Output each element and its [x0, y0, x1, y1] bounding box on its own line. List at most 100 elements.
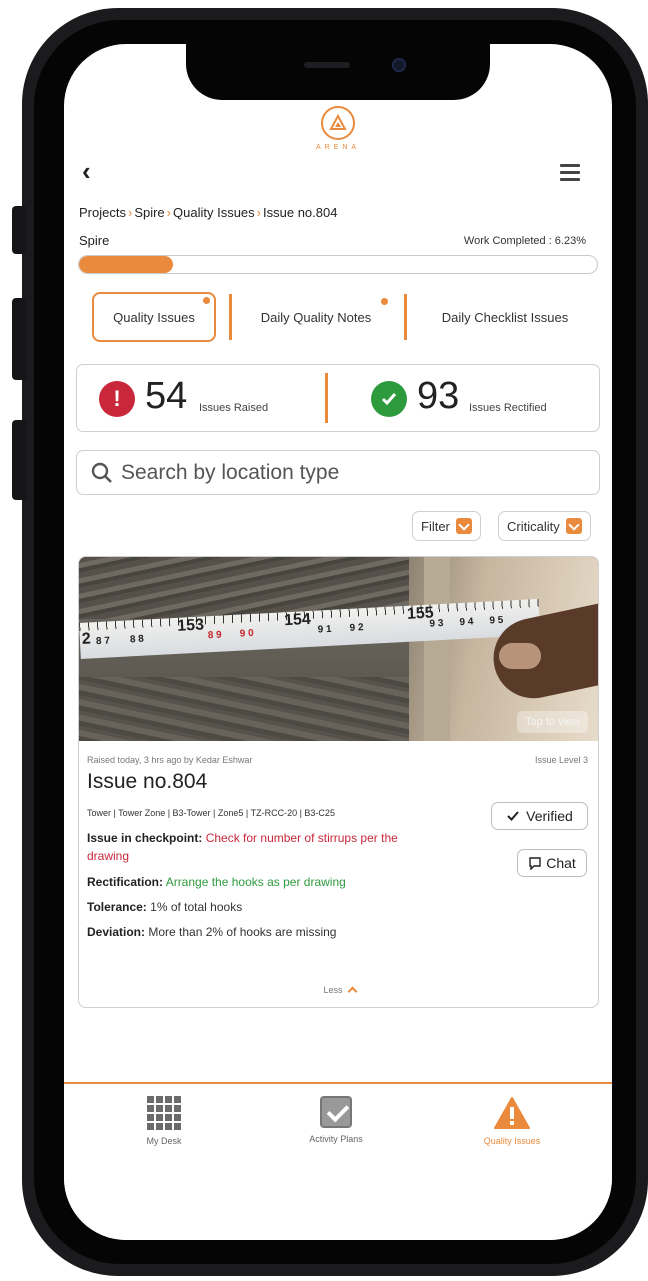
checkbox-icon [320, 1096, 352, 1128]
deviation-label: Deviation: [87, 925, 146, 939]
breadcrumb-separator-icon: › [256, 205, 262, 220]
checkpoint-line: Issue in checkpoint: Check for number of… [87, 831, 487, 845]
rectification-line: Rectification: Arrange the hooks as per … [87, 875, 346, 889]
checkpoint-value: Check for number of stirrups per the [205, 831, 398, 845]
notification-dot-icon [381, 298, 388, 305]
issue-title: Issue no.804 [87, 770, 208, 793]
app-logo: ARENA [308, 106, 368, 151]
breadcrumb-separator-icon: › [127, 205, 133, 220]
tape-number: 8 8 [129, 633, 145, 646]
chevron-down-icon [455, 518, 472, 534]
less-label: Less [323, 985, 343, 995]
criticality-label: Criticality [507, 518, 560, 534]
tape-number: 9 0 [239, 627, 254, 640]
chevron-up-icon [347, 986, 357, 997]
issues-raised-label: Issues Raised [199, 402, 269, 414]
nav-my-desk[interactable]: My Desk [104, 1096, 224, 1146]
checkpoint-value-cont: drawing [87, 849, 130, 863]
photo-wall-bottom [79, 677, 419, 741]
tab-quality-issues-label: Quality Issues [113, 309, 195, 325]
work-progress-fill [79, 256, 173, 273]
checkmark-icon [507, 811, 519, 821]
criticality-dropdown[interactable]: Criticality [498, 511, 591, 541]
speaker-grille [304, 62, 350, 68]
tolerance-label: Tolerance: [87, 900, 147, 914]
side-button-mute [12, 206, 26, 254]
breadcrumb-projects[interactable]: Projects [79, 205, 126, 220]
issue-location: Tower | Tower Zone | B3-Tower | Zone5 | … [87, 808, 335, 818]
chevron-down-icon [565, 518, 582, 534]
checkpoint-label: Issue in checkpoint: [87, 831, 203, 845]
issue-stats-panel: ! 54 Issues Raised 93 Issues Rectified [76, 364, 600, 432]
issue-level-text: Issue Level 3 [534, 755, 588, 765]
tab-daily-quality-notes[interactable]: Daily Quality Notes [234, 292, 398, 342]
breadcrumb-separator-icon: › [166, 205, 172, 220]
tap-to-view-hint[interactable]: Tap to view [516, 711, 588, 733]
stats-divider [325, 373, 328, 423]
notification-dot-icon [203, 297, 210, 304]
tolerance-line: Tolerance: 1% of total hooks [87, 900, 242, 914]
issue-photo[interactable]: 2 8 7 8 8 153 8 9 9 0 154 9 1 9 2 155 9 … [79, 557, 598, 741]
rectification-value: Arrange the hooks as per drawing [165, 875, 346, 889]
tab-daily-quality-notes-label: Daily Quality Notes [260, 309, 372, 325]
tolerance-value: 1% of total hooks [150, 900, 243, 914]
logo-mark-icon [321, 106, 355, 140]
chat-bubble-icon [529, 856, 541, 870]
tape-number: 153 [176, 616, 205, 635]
logo-wordmark: ARENA [315, 144, 361, 151]
search-input[interactable]: Search by location type [76, 450, 600, 495]
tape-number: 154 [283, 610, 312, 630]
nav-activity-plans[interactable]: Activity Plans [276, 1096, 396, 1144]
photo-fingernail [499, 643, 541, 669]
breadcrumb-section[interactable]: Quality Issues [173, 205, 255, 220]
chat-button[interactable]: Chat [517, 849, 587, 877]
bottom-navigation: My Desk Activity Plans Quality Issues [64, 1082, 612, 1240]
side-button-volume-up [12, 298, 26, 380]
tab-daily-checklist-issues[interactable]: Daily Checklist Issues [410, 292, 600, 342]
exclamation-alert-icon: ! [99, 381, 135, 417]
back-chevron-icon[interactable]: ‹ [82, 156, 91, 187]
notch [186, 44, 490, 100]
tape-number: 2 [81, 630, 92, 648]
front-camera [392, 58, 406, 72]
tab-divider [404, 294, 407, 340]
deviation-line: Deviation: More than 2% of hooks are mis… [87, 925, 336, 939]
issues-rectified-label: Issues Rectified [469, 402, 547, 414]
verified-label: Verified [526, 808, 573, 824]
side-button-volume-down [12, 420, 26, 500]
verified-button[interactable]: Verified [491, 802, 588, 830]
tape-number: 8 7 [95, 635, 111, 648]
deviation-value: More than 2% of hooks are missing [148, 925, 337, 939]
rectification-label: Rectification: [87, 875, 164, 889]
issue-tabs: Quality Issues Daily Quality Notes Daily… [78, 292, 598, 344]
warning-icon [494, 1097, 530, 1129]
issues-raised-count: 54 [145, 375, 188, 417]
breadcrumb-current: Issue no.804 [263, 205, 338, 220]
nav-quality-issues[interactable]: Quality Issues [452, 1096, 572, 1146]
tab-daily-checklist-issues-label: Daily Checklist Issues [441, 309, 569, 325]
app-screen: ARENA ‹ Projects › Spire › Quality Issues › Is… [64, 44, 612, 1240]
search-icon [91, 462, 112, 483]
check-circle-icon [371, 381, 407, 417]
nav-activity-plans-label: Activity Plans [309, 1134, 363, 1144]
work-completed-label: Work Completed : 6.23% [463, 235, 586, 247]
filter-dropdown[interactable]: Filter [412, 511, 481, 541]
tape-number: 9 1 [317, 623, 332, 636]
tab-quality-issues[interactable]: Quality Issues [92, 292, 216, 342]
nav-my-desk-label: My Desk [146, 1136, 182, 1146]
tape-number: 9 5 [489, 614, 504, 627]
grid-icon [147, 1096, 181, 1130]
breadcrumb-project[interactable]: Spire [134, 205, 164, 220]
less-toggle[interactable]: Less [79, 985, 598, 997]
tape-number: 9 3 [429, 617, 444, 630]
search-placeholder: Search by location type [121, 460, 340, 484]
nav-quality-issues-label: Quality Issues [483, 1136, 541, 1146]
tape-number: 9 2 [349, 622, 364, 634]
issue-card: 2 8 7 8 8 153 8 9 9 0 154 9 1 9 2 155 9 … [78, 556, 599, 1008]
hamburger-menu-icon[interactable] [560, 164, 580, 185]
work-progress-bar [78, 255, 598, 274]
tape-number: 9 4 [459, 616, 474, 629]
tab-divider [229, 294, 232, 340]
tape-number: 8 9 [207, 629, 223, 642]
project-name: Spire [79, 233, 110, 248]
